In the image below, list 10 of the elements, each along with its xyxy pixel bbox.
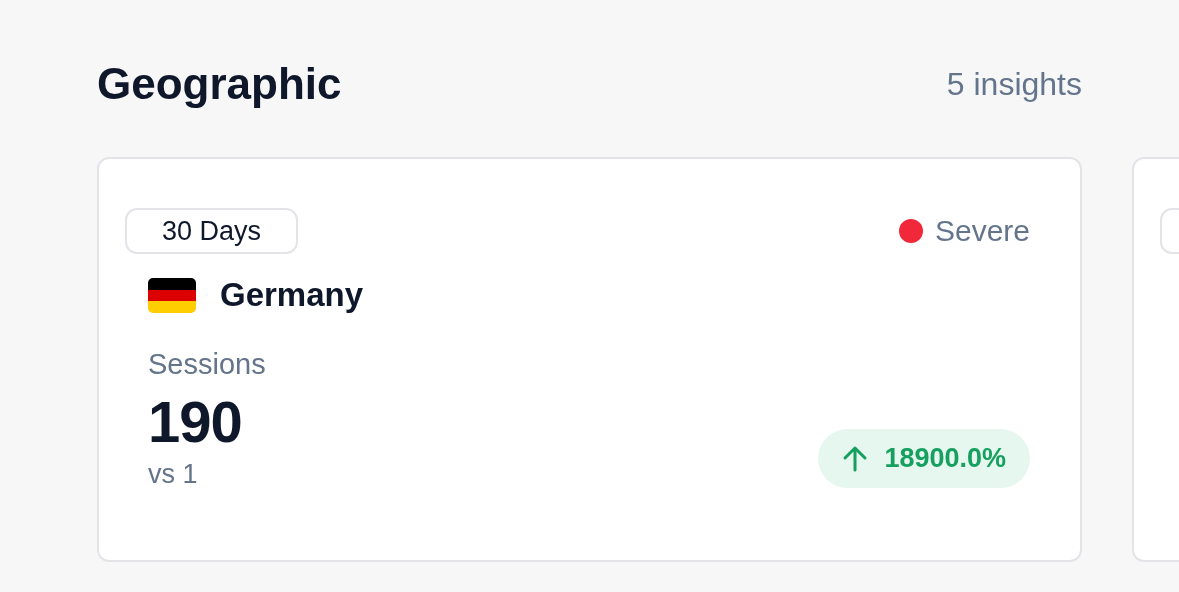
- section-title: Geographic: [97, 59, 342, 109]
- comparison-text: vs 1: [148, 459, 199, 490]
- insight-count: 5 insights: [946, 65, 1082, 103]
- change-pill: 18900.0%: [818, 429, 1030, 488]
- metric-value: 190: [148, 393, 243, 451]
- period-badge: 30 Days: [125, 208, 298, 254]
- flag-icon: [148, 277, 196, 313]
- metric-label: Sessions: [148, 348, 266, 381]
- severity-label: Severe: [934, 214, 1030, 248]
- country-name: Germany: [220, 276, 364, 314]
